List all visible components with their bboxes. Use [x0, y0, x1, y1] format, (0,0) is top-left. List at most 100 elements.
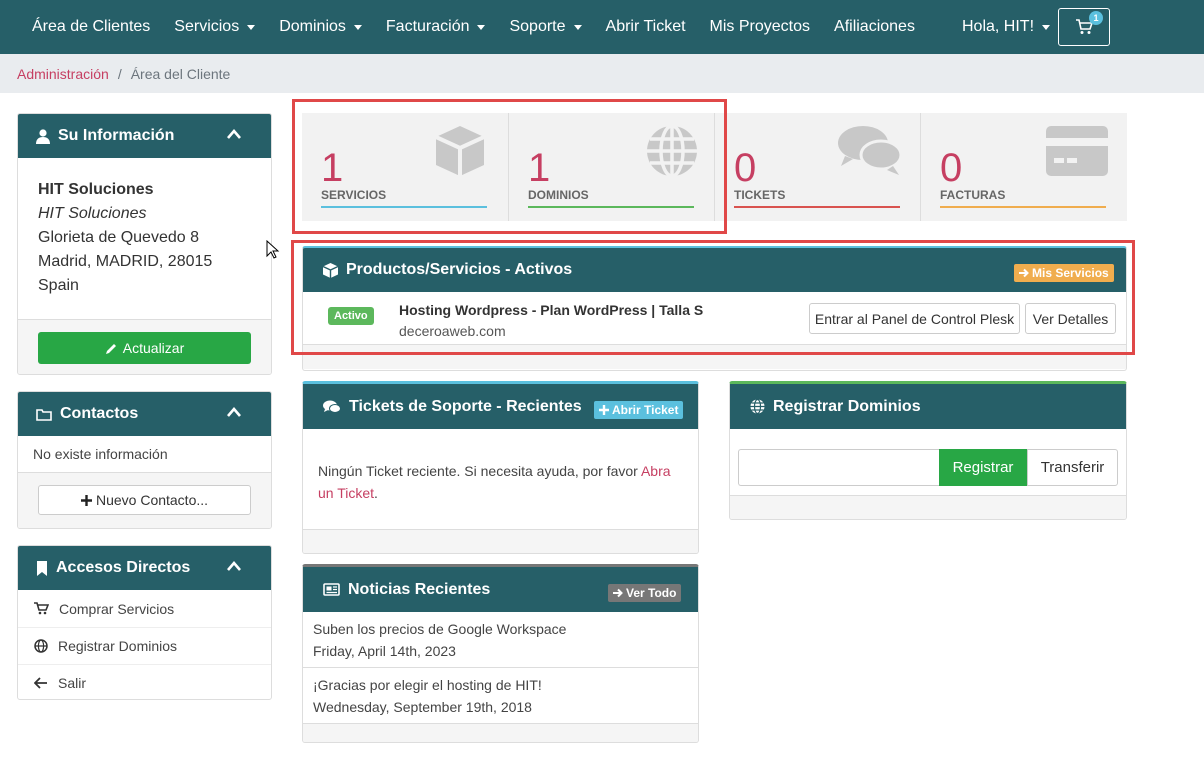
tile-label: FACTURAS	[940, 188, 1006, 202]
caret-down-icon	[1042, 24, 1051, 30]
product-domain: deceroaweb.com	[399, 323, 506, 339]
caret-down-icon	[247, 24, 256, 30]
tile-value: 1	[321, 146, 344, 190]
tickets-panel-title: Tickets de Soporte - Recientes	[349, 397, 582, 415]
news-title: Suben los precios de Google Workspace	[313, 621, 567, 637]
tickets-panel-header: Tickets de Soporte - Recientes Abrir Tic…	[303, 384, 698, 429]
tile-value: 1	[528, 146, 551, 190]
update-button[interactable]: Actualizar	[38, 332, 251, 364]
arrow-left-icon	[34, 677, 47, 689]
tile-label: SERVICIOS	[321, 188, 387, 202]
register-domains-header: Registrar Dominios	[730, 384, 1126, 429]
shortcut-logout[interactable]: Salir	[18, 664, 271, 699]
user-icon	[36, 128, 50, 144]
news-panel-title: Noticias Recientes	[348, 580, 491, 598]
shopping-cart-icon	[34, 602, 49, 615]
transfer-button[interactable]: Transferir	[1027, 449, 1118, 486]
address-line-1: Glorieta de Quevedo 8	[38, 229, 199, 246]
tile-label: DOMINIOS	[528, 188, 589, 202]
contacts-panel-footer: Nuevo Contacto...	[18, 472, 271, 528]
address-line-2: Madrid, MADRID, 28015	[38, 253, 213, 270]
nav-dominios[interactable]: Dominios	[267, 0, 374, 54]
nav-user-menu[interactable]: Hola, HIT!	[950, 0, 1062, 54]
globe-icon	[34, 639, 48, 653]
info-panel-header[interactable]: Su Información	[18, 114, 271, 158]
cart-count-badge: 1	[1089, 11, 1103, 25]
chevron-up-icon[interactable]	[227, 561, 241, 571]
products-panel-header: Productos/Servicios - Activos Mis Servic…	[303, 248, 1126, 292]
top-navbar: Área de Clientes Servicios Dominios Fact…	[0, 0, 1204, 54]
tile-value: 0	[940, 146, 963, 190]
tickets-empty-text: Ningún Ticket reciente. Si necesita ayud…	[318, 463, 671, 501]
cube-icon	[323, 262, 338, 278]
breadcrumb-separator: /	[117, 65, 122, 82]
domain-search-input[interactable]	[738, 449, 940, 486]
tile-facturas[interactable]: 0 FACTURAS	[921, 113, 1127, 221]
shortcuts-panel-header[interactable]: Accesos Directos	[18, 546, 271, 590]
nav-soporte[interactable]: Soporte	[497, 0, 593, 54]
caret-down-icon	[477, 24, 486, 30]
view-details-button[interactable]: Ver Detalles	[1025, 303, 1116, 334]
pencil-icon	[105, 343, 116, 354]
breadcrumb: Administración / Área del Cliente	[0, 54, 1204, 93]
open-ticket-button[interactable]: Abrir Ticket	[594, 401, 684, 419]
register-domains-footer	[730, 495, 1126, 519]
tile-bar	[528, 206, 694, 208]
tile-servicios[interactable]: 1 SERVICIOS	[302, 113, 508, 221]
company-name-alt: HIT Soluciones	[38, 205, 147, 222]
info-panel-title: Su Información	[58, 127, 175, 144]
open-ticket-link[interactable]: Abra	[641, 463, 671, 479]
credit-card-icon	[1046, 126, 1108, 176]
contacts-panel: Contactos No existe información Nuevo Co…	[17, 391, 272, 529]
shortcut-buy-services[interactable]: Comprar Servicios	[18, 590, 271, 627]
product-row[interactable]: Activo Hosting Wordpress - Plan WordPres…	[303, 292, 1126, 344]
products-panel-title: Productos/Servicios - Activos	[346, 261, 573, 278]
tile-tickets[interactable]: 0 TICKETS	[715, 113, 921, 221]
product-name[interactable]: Hosting Wordpress - Plan WordPress | Tal…	[399, 302, 703, 318]
caret-down-icon	[353, 24, 362, 30]
news-panel-header: Noticias Recientes Ver Todo	[303, 567, 698, 612]
nav-area-clientes[interactable]: Área de Clientes	[0, 0, 162, 54]
products-panel: Productos/Servicios - Activos Mis Servic…	[302, 246, 1127, 371]
plus-icon	[599, 405, 609, 415]
news-item[interactable]: ¡Gracias por elegir el hosting de HIT! W…	[303, 667, 698, 723]
nav-facturacion[interactable]: Facturación	[374, 0, 498, 54]
bookmark-icon	[37, 560, 47, 576]
country: Spain	[38, 277, 79, 294]
comments-icon	[838, 126, 903, 175]
nav-afiliaciones[interactable]: Afiliaciones	[822, 0, 927, 54]
tile-bar	[734, 206, 900, 208]
tile-bar	[940, 206, 1106, 208]
view-all-button[interactable]: Ver Todo	[608, 584, 682, 602]
news-title: ¡Gracias por elegir el hosting de HIT!	[313, 677, 542, 693]
cart-button[interactable]: 1	[1058, 8, 1110, 46]
contacts-panel-title: Contactos	[60, 405, 139, 422]
nav-servicios[interactable]: Servicios	[162, 0, 267, 54]
new-contact-button[interactable]: Nuevo Contacto...	[38, 485, 251, 515]
news-panel: Noticias Recientes Ver Todo Suben los pr…	[302, 564, 699, 743]
caret-down-icon	[573, 24, 582, 30]
tile-value: 0	[734, 146, 757, 190]
chevron-up-icon[interactable]	[227, 407, 241, 417]
folder-icon	[36, 408, 52, 421]
plesk-panel-button[interactable]: Entrar al Panel de Control Plesk	[809, 303, 1020, 334]
arrow-right-icon	[613, 588, 623, 598]
status-badge: Activo	[328, 307, 374, 325]
tickets-panel-footer	[303, 529, 698, 553]
nav-abrir-ticket[interactable]: Abrir Ticket	[594, 0, 698, 54]
plus-icon	[80, 494, 92, 506]
info-panel: Su Información HIT Soluciones HIT Soluci…	[17, 113, 272, 375]
breadcrumb-link[interactable]: Administración	[17, 66, 109, 82]
tile-dominios[interactable]: 1 DOMINIOS	[509, 113, 715, 221]
open-ticket-link[interactable]: un Ticket	[318, 485, 374, 501]
chevron-up-icon[interactable]	[227, 129, 241, 139]
mouse-cursor-icon	[266, 240, 280, 259]
nav-mis-proyectos[interactable]: Mis Proyectos	[698, 0, 822, 54]
shortcut-register-domains[interactable]: Registrar Dominios	[18, 627, 271, 664]
products-panel-footer	[303, 344, 1126, 369]
register-button[interactable]: Registrar	[939, 449, 1027, 486]
contacts-panel-header[interactable]: Contactos	[18, 392, 271, 436]
my-services-button[interactable]: Mis Servicios	[1014, 264, 1114, 282]
news-item[interactable]: Suben los precios de Google Workspace Fr…	[303, 612, 698, 667]
news-panel-footer	[303, 723, 698, 742]
